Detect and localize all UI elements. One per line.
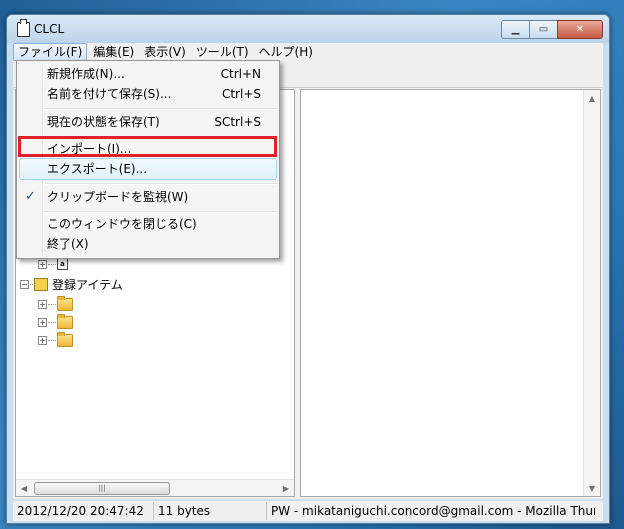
viewer-pane[interactable]: ▲ ▼ (300, 89, 601, 497)
tree-horizontal-scrollbar[interactable]: ◀ ||| ▶ (16, 479, 294, 496)
menu-item-close-window[interactable]: このウィンドウを閉じる(C) (19, 213, 277, 235)
scroll-left-icon[interactable]: ◀ (16, 480, 32, 496)
menu-edit[interactable]: 編集(E) (89, 44, 138, 60)
horizontal-scroll-thumb[interactable]: ||| (34, 482, 170, 495)
checkmark-icon: ✓ (25, 189, 36, 204)
scroll-right-icon[interactable]: ▶ (278, 480, 294, 496)
menu-item-save-state[interactable]: 現在の状態を保存(T) SCtrl+S (19, 111, 277, 133)
status-size: 11 bytes (154, 502, 267, 520)
status-datetime: 2012/12/20 20:47:42 (13, 502, 154, 520)
tree-row-folder-2[interactable]: + (38, 313, 73, 330)
menu-item-save-as[interactable]: 名前を付けて保存(S)... Ctrl+S (19, 83, 277, 105)
scroll-up-icon[interactable]: ▲ (584, 90, 600, 106)
scroll-down-icon[interactable]: ▼ (584, 480, 600, 496)
window-controls: ▁ ▭ ✕ (501, 20, 603, 39)
status-bar: 2012/12/20 20:47:42 11 bytes PW - mikata… (13, 501, 603, 521)
folder-icon (57, 295, 73, 311)
menu-help[interactable]: ヘルプ(H) (255, 44, 317, 60)
folder-icon (57, 313, 73, 329)
close-button[interactable]: ✕ (557, 20, 603, 39)
menu-item-export[interactable]: エクスポート(E)... (19, 158, 277, 180)
tree-row-folder-3[interactable]: + (38, 331, 73, 348)
menu-item-import[interactable]: インポート(I)... (19, 138, 277, 160)
clipboard-app-icon (17, 19, 30, 37)
viewer-vertical-scrollbar[interactable]: ▲ ▼ (583, 90, 600, 496)
tree-label-registered: 登録アイテム (52, 277, 123, 292)
file-menu-dropdown: 新規作成(N)... Ctrl+N 名前を付けて保存(S)... Ctrl+S … (16, 60, 280, 259)
menu-item-monitor-clipboard[interactable]: ✓ クリップボードを監視(W) (19, 186, 277, 208)
minimize-button[interactable]: ▁ (501, 20, 530, 39)
title-bar[interactable]: CLCL ▁ ▭ ✕ (7, 15, 609, 43)
maximize-icon: ▭ (538, 24, 549, 35)
expand-icon[interactable]: + (38, 317, 47, 327)
menu-separator (45, 108, 277, 110)
close-icon: ✕ (575, 24, 585, 35)
expand-icon[interactable]: + (38, 299, 47, 309)
minimize-icon: ▁ (511, 24, 520, 35)
expand-icon[interactable]: + (38, 259, 47, 269)
expand-icon[interactable]: + (38, 335, 47, 345)
menu-bar: ファイル(F) 編集(E) 表示(V) ツール(T) ヘルプ(H) (13, 43, 603, 61)
status-window-title: PW - mikataniguchi.concord@gmail.com - M… (271, 504, 595, 518)
window-title: CLCL (34, 22, 65, 36)
menu-separator (45, 183, 277, 185)
folder-icon (57, 331, 73, 347)
registered-items-icon (34, 277, 48, 291)
collapse-icon[interactable]: − (20, 279, 29, 289)
tree-row-folder-1[interactable]: + (38, 295, 73, 312)
menu-item-new[interactable]: 新規作成(N)... Ctrl+N (19, 63, 277, 85)
tree-row-registered[interactable]: − 登録アイテム (20, 276, 123, 292)
menu-file[interactable]: ファイル(F) (13, 43, 88, 61)
menu-view[interactable]: 表示(V) (140, 44, 190, 60)
menu-item-exit[interactable]: 終了(X) (19, 233, 277, 255)
menu-tools[interactable]: ツール(T) (192, 44, 253, 60)
text-item-icon: a (57, 258, 68, 270)
maximize-button[interactable]: ▭ (529, 20, 558, 39)
